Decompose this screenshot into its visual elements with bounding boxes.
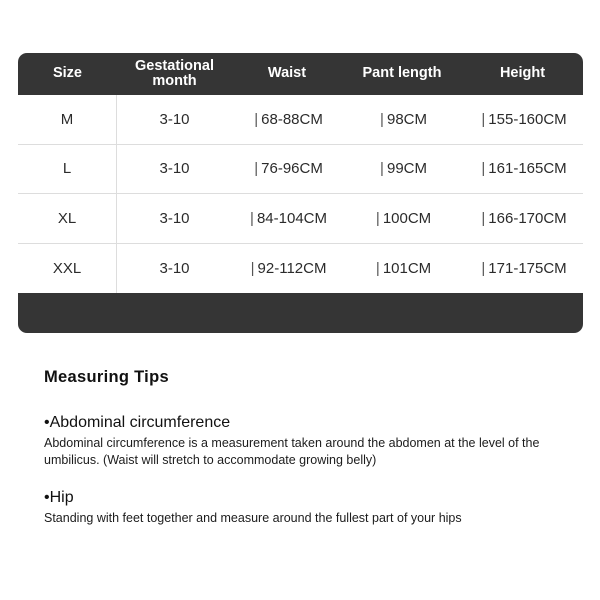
cell-separator-icon: | (375, 259, 380, 277)
column-header-waist-label: Waist (267, 65, 307, 82)
cell-waist: | 76-96CM (232, 160, 342, 177)
column-header-size: Size (18, 66, 117, 81)
cell-height: | 171-175CM (462, 260, 583, 277)
cell-height-value: 161-165CM (488, 160, 567, 178)
tip-body: Abdominal circumference is a measurement… (44, 436, 540, 468)
size-chart-header-row: Size Gestational month Waist Pant length… (18, 53, 583, 95)
cell-height-value: 155-160CM (488, 110, 567, 128)
cell-separator-icon: | (250, 209, 254, 227)
cell-gestational-month: 3-10 (159, 110, 190, 128)
column-header-gestational-month-line1: Gestational (135, 57, 214, 74)
cell-separator-icon: | (380, 160, 384, 178)
cell-waist: | 68-88CM (232, 111, 342, 128)
tip-block-abdominal-circumference: •Abdominal circumference Abdominal circu… (44, 413, 564, 470)
cell-size: XL (18, 193, 117, 243)
table-row: L 3-10 | 76-96CM | 99CM | 161-165CM (18, 144, 583, 194)
cell-pant-length: | 99CM (342, 160, 462, 177)
cell-size: L (18, 144, 117, 194)
cell-pant-length: | 101CM (342, 260, 462, 277)
cell-gestational-month: 3-10 (159, 209, 190, 227)
column-header-waist: Waist (232, 66, 342, 81)
cell-separator-icon: | (375, 209, 380, 227)
cell-separator-icon: | (254, 110, 259, 128)
column-header-gestational-month-line2: month (152, 73, 197, 89)
cell-separator-icon: | (481, 160, 486, 178)
table-row: M 3-10 | 68-88CM | 98CM | 155-160CM (18, 94, 583, 145)
cell-height-value: 166-170CM (488, 209, 567, 227)
cell-pant-length-value: 99CM (386, 160, 427, 178)
cell-waist: | 84-104CM (232, 210, 342, 227)
cell-height-value: 171-175CM (488, 259, 567, 277)
cell-separator-icon: | (481, 209, 486, 227)
measuring-tips-section: Measuring Tips •Abdominal circumference … (44, 368, 564, 545)
cell-height: | 166-170CM (462, 210, 583, 227)
cell-waist-value: 92-112CM (257, 259, 327, 277)
column-header-pant-length: Pant length (342, 66, 462, 81)
column-header-size-label: Size (52, 65, 82, 82)
tip-title: •Hip (44, 488, 74, 506)
cell-separator-icon: | (481, 259, 486, 277)
table-row: XL 3-10 | 84-104CM | 100CM | 166-170CM (18, 193, 583, 244)
cell-size: XXL (18, 243, 117, 293)
cell-pant-length: | 98CM (342, 111, 462, 128)
cell-pant-length-value: 101CM (382, 259, 432, 277)
cell-size: M (18, 94, 117, 144)
cell-waist-value: 76-96CM (261, 160, 323, 178)
tip-block-hip: •Hip Standing with feet together and mea… (44, 488, 564, 527)
cell-gestational-month: 3-10 (159, 259, 190, 277)
tip-title: •Abdominal circumference (44, 414, 231, 431)
cell-gestational-month: 3-10 (159, 160, 190, 178)
cell-pant-length-value: 100CM (382, 209, 432, 227)
size-chart-body: M 3-10 | 68-88CM | 98CM | 155-160CM L 3-10 … (18, 94, 583, 293)
cell-height: | 161-165CM (462, 160, 583, 177)
cell-pant-length: | 100CM (342, 210, 462, 227)
cell-separator-icon: | (250, 259, 255, 277)
column-header-height-label: Height (499, 65, 546, 82)
cell-waist: | 92-112CM (232, 260, 342, 277)
page-title: Measuring Tips (44, 368, 169, 386)
cell-separator-icon: | (380, 110, 384, 128)
size-chart-card: Size Gestational month Waist Pant length… (18, 53, 583, 333)
column-header-pant-length-label: Pant length (362, 65, 442, 82)
table-row: XXL 3-10 | 92-112CM | 101CM | 171-175CM (18, 243, 583, 293)
column-header-height: Height (462, 66, 583, 81)
tip-body: Standing with feet together and measure … (44, 510, 462, 525)
cell-waist-value: 68-88CM (261, 110, 323, 128)
column-header-gestational-month: Gestational month (117, 57, 232, 89)
cell-separator-icon: | (481, 110, 486, 128)
cell-height: | 155-160CM (462, 111, 583, 128)
cell-waist-value: 84-104CM (256, 209, 328, 227)
cell-separator-icon: | (254, 160, 259, 178)
cell-pant-length-value: 98CM (386, 110, 427, 128)
